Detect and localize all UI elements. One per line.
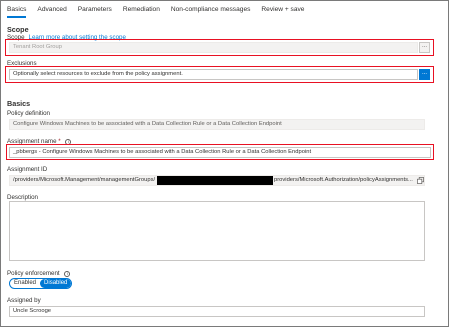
policy-definition-label: Policy definition — [7, 110, 50, 117]
basics-heading: Basics — [7, 99, 31, 108]
enforcement-disabled-option[interactable]: Disabled — [40, 279, 72, 288]
assignment-id-suffix: providers/Microsoft.Authorization/policy… — [274, 177, 413, 183]
enforcement-enabled-option[interactable]: Enabled — [10, 279, 40, 288]
copy-icon[interactable] — [417, 177, 424, 184]
info-icon[interactable]: i — [64, 271, 71, 277]
exclusions-highlight — [5, 66, 434, 83]
tab-basics[interactable]: Basics — [7, 5, 27, 19]
policy-enforcement-toggle[interactable]: Enabled Disabled — [9, 278, 73, 289]
redacted-block — [157, 176, 273, 185]
scope-highlight — [5, 39, 434, 56]
assigned-by-input[interactable]: Uncle Scrooge — [9, 306, 425, 317]
tab-bar: Basics Advanced Parameters Remediation N… — [7, 5, 315, 19]
tab-review-save[interactable]: Review + save — [261, 5, 304, 19]
description-label: Description — [7, 194, 38, 201]
scope-heading: Scope — [7, 25, 29, 34]
policy-enforcement-label: Policy enforcement — [7, 270, 60, 277]
assignment-id-label: Assignment ID — [7, 166, 48, 173]
tab-remediation[interactable]: Remediation — [123, 5, 160, 19]
assigned-by-label: Assigned by — [7, 297, 41, 304]
assignment-name-highlight — [6, 144, 434, 160]
description-textarea[interactable] — [9, 201, 425, 261]
tab-non-compliance-messages[interactable]: Non-compliance messages — [171, 5, 251, 19]
policy-definition-field: Configure Windows Machines to be associa… — [9, 119, 425, 130]
assignment-id-prefix: /providers/Microsoft.Management/manageme… — [13, 177, 156, 183]
tab-advanced[interactable]: Advanced — [37, 5, 66, 19]
policy-enforcement-label-row: Policy enforcement i — [7, 270, 71, 277]
tab-parameters[interactable]: Parameters — [78, 5, 112, 19]
